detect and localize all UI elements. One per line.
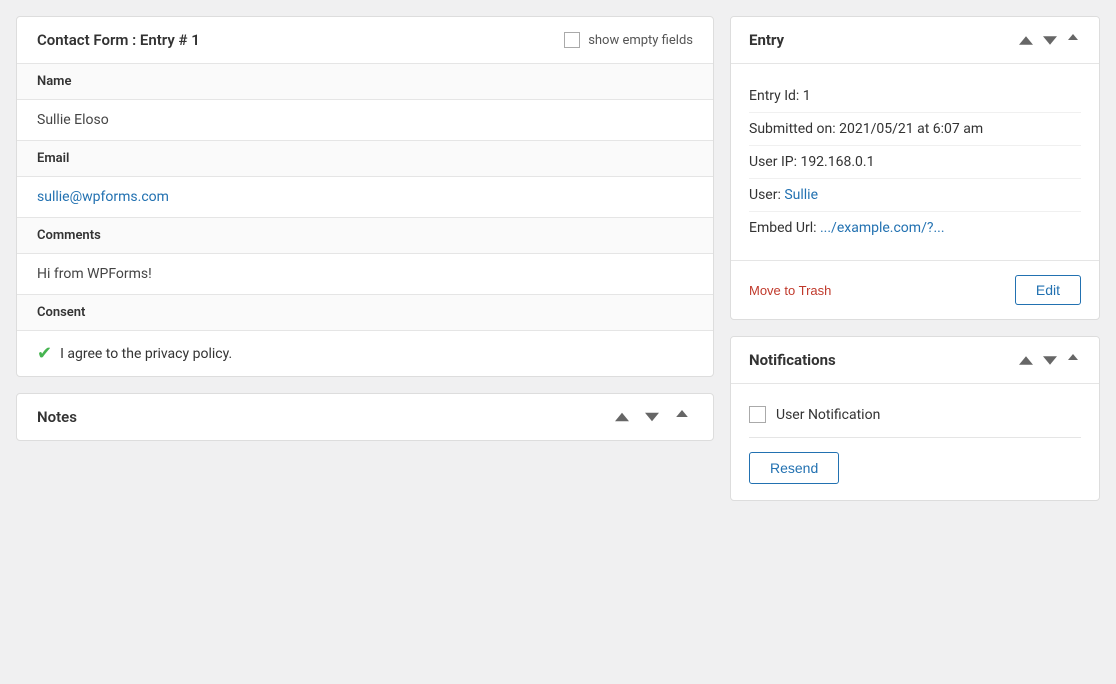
consent-checkmark-icon: ✔ xyxy=(37,343,52,364)
email-label: Email xyxy=(17,141,713,177)
entry-user-link[interactable]: Sullie xyxy=(784,187,818,203)
notifications-sidebar-header: Notifications xyxy=(731,337,1099,384)
consent-value: ✔ I agree to the privacy policy. xyxy=(17,331,713,376)
notifications-title: Notifications xyxy=(749,351,836,369)
consent-field-section: Consent ✔ I agree to the privacy policy. xyxy=(17,295,713,376)
entry-submitted-row: Submitted on: 2021/05/21 at 6:07 am xyxy=(749,113,1081,146)
notes-chevron-down-button[interactable] xyxy=(641,408,663,426)
comments-label: Comments xyxy=(17,218,713,254)
entry-arrow-up-button[interactable] xyxy=(1065,32,1081,48)
entry-user-label: User: xyxy=(749,187,784,203)
notifications-controls xyxy=(1017,352,1081,368)
entry-ip-row: User IP: 192.168.0.1 xyxy=(749,146,1081,179)
notes-chevron-up-button[interactable] xyxy=(611,408,633,426)
comments-value: Hi from WPForms! xyxy=(17,254,713,294)
entry-actions: Move to Trash Edit xyxy=(731,260,1099,319)
email-value: sullie@wpforms.com xyxy=(17,177,713,217)
notifications-sidebar-card: Notifications User Notification xyxy=(730,336,1100,501)
notifications-arrow-up-button[interactable] xyxy=(1065,352,1081,368)
entry-chevron-up-button[interactable] xyxy=(1017,32,1035,48)
show-empty-fields-text: show empty fields xyxy=(588,33,693,48)
email-field-section: Email sullie@wpforms.com xyxy=(17,141,713,218)
user-notification-checkbox[interactable] xyxy=(749,406,766,423)
show-empty-fields-label[interactable]: show empty fields xyxy=(564,32,693,48)
show-empty-fields-checkbox[interactable] xyxy=(564,32,580,48)
notes-title: Notes xyxy=(37,408,77,426)
notifications-chevron-down-button[interactable] xyxy=(1041,352,1059,368)
entry-sidebar-controls xyxy=(1017,32,1081,48)
notes-arrow-up-button[interactable] xyxy=(671,408,693,426)
consent-label: Consent xyxy=(17,295,713,331)
entry-card: Contact Form : Entry # 1 show empty fiel… xyxy=(16,16,714,377)
user-notification-label: User Notification xyxy=(776,407,880,423)
entry-url-row: Embed Url: .../example.com/?... xyxy=(749,212,1081,244)
entry-ip-text: User IP: 192.168.0.1 xyxy=(749,154,874,170)
edit-button[interactable]: Edit xyxy=(1015,275,1081,305)
notes-card: Notes xyxy=(16,393,714,441)
entry-submitted-text: Submitted on: 2021/05/21 at 6:07 am xyxy=(749,121,983,137)
entry-url-link[interactable]: .../example.com/?... xyxy=(820,220,945,236)
resend-button[interactable]: Resend xyxy=(749,452,839,484)
name-field-section: Name Sullie Eloso xyxy=(17,64,713,141)
notifications-chevron-up-button[interactable] xyxy=(1017,352,1035,368)
entry-id-text: Entry Id: 1 xyxy=(749,88,811,104)
user-notification-row: User Notification xyxy=(749,400,1081,438)
notes-controls xyxy=(611,408,693,426)
entry-id-row: Entry Id: 1 xyxy=(749,80,1081,113)
left-panel: Contact Form : Entry # 1 show empty fiel… xyxy=(16,16,714,668)
entry-body: Entry Id: 1 Submitted on: 2021/05/21 at … xyxy=(731,64,1099,260)
comments-field-section: Comments Hi from WPForms! xyxy=(17,218,713,295)
name-value: Sullie Eloso xyxy=(17,100,713,140)
entry-sidebar-title: Entry xyxy=(749,31,784,49)
notes-card-header: Notes xyxy=(17,394,713,440)
name-label: Name xyxy=(17,64,713,100)
entry-url-label: Embed Url: xyxy=(749,220,820,236)
entry-sidebar-card: Entry Entry Id: 1 xyxy=(730,16,1100,320)
email-link[interactable]: sullie@wpforms.com xyxy=(37,189,169,205)
entry-card-title: Contact Form : Entry # 1 xyxy=(37,31,200,49)
entry-chevron-down-button[interactable] xyxy=(1041,32,1059,48)
move-to-trash-button[interactable]: Move to Trash xyxy=(749,283,831,298)
right-panel: Entry Entry Id: 1 xyxy=(730,16,1100,668)
entry-user-row: User: Sullie xyxy=(749,179,1081,212)
entry-card-header: Contact Form : Entry # 1 show empty fiel… xyxy=(17,17,713,64)
consent-text: I agree to the privacy policy. xyxy=(60,346,232,362)
entry-sidebar-header: Entry xyxy=(731,17,1099,64)
notifications-body: User Notification Resend xyxy=(731,384,1099,500)
